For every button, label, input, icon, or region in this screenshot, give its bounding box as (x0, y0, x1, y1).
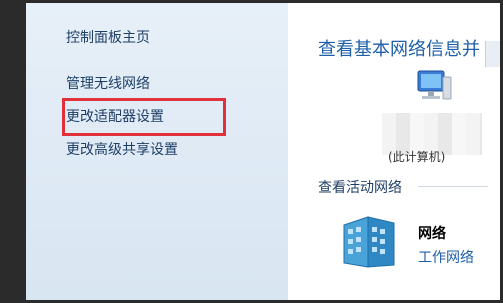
network-name: 网络 (418, 226, 446, 242)
window-frame-left (0, 0, 26, 303)
scrollbar[interactable] (485, 41, 500, 67)
computer-icon (417, 70, 452, 100)
network-building-icon (343, 216, 395, 268)
active-networks-label: 查看活动网络 (318, 180, 402, 196)
sidebar-item-control-panel-home[interactable]: 控制面板主页 (66, 27, 150, 47)
page-title: 查看基本网络信息并 (318, 39, 480, 60)
section-divider (418, 186, 488, 187)
computer-caption: (此计算机) (388, 150, 446, 164)
main-panel: 查看基本网络信息并 (此计算机) 查看活动网络 网络 工作网络 (288, 3, 500, 300)
sidebar: 控制面板主页 管理无线网络 更改适配器设置 更改高级共享设置 (26, 3, 288, 300)
sidebar-item-manage-wireless[interactable]: 管理无线网络 (66, 73, 150, 93)
sidebar-item-advanced-sharing[interactable]: 更改高级共享设置 (66, 139, 178, 159)
network-type-link[interactable]: 工作网络 (418, 247, 474, 267)
highlight-box (62, 98, 226, 136)
